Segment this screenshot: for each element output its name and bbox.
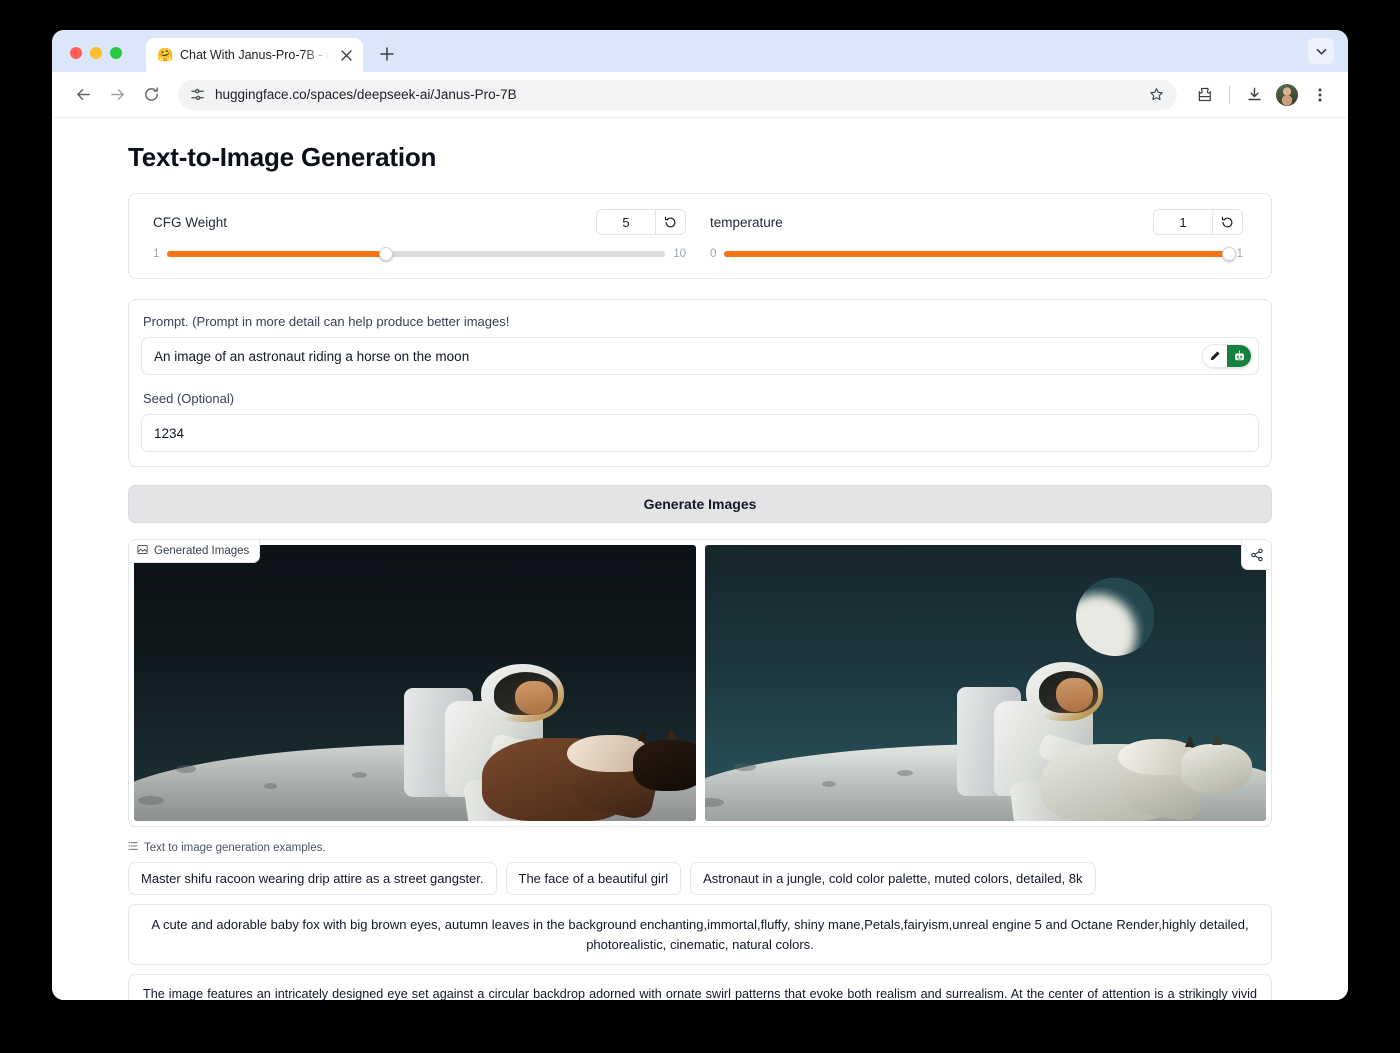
- example-chips-row: Master shifu racoon wearing drip attire …: [128, 862, 1272, 895]
- temperature-control: temperature 1 0: [698, 208, 1255, 260]
- forward-button[interactable]: [102, 80, 132, 110]
- temperature-slider[interactable]: 0 1: [710, 248, 1243, 260]
- browser-menu-icon[interactable]: [1306, 81, 1334, 109]
- page-title: Text-to-Image Generation: [128, 142, 1272, 173]
- browser-tab[interactable]: 🤗 Chat With Janus-Pro-7B - a H: [146, 38, 363, 72]
- cfg-weight-value[interactable]: 5: [597, 210, 655, 234]
- new-tab-button[interactable]: [375, 42, 399, 66]
- writing-assistant-widget[interactable]: [1203, 345, 1251, 367]
- cfg-weight-label: CFG Weight: [153, 215, 227, 230]
- sliders-row: CFG Weight 5 1: [129, 194, 1271, 278]
- example-chip-4[interactable]: A cute and adorable baby fox with big br…: [128, 904, 1272, 965]
- seed-value: 1234: [154, 426, 184, 441]
- prompt-label: Prompt. (Prompt in more detail can help …: [143, 314, 1259, 329]
- toolbar-divider: [1229, 86, 1230, 104]
- generated-image-1[interactable]: [134, 545, 696, 821]
- url-text: huggingface.co/spaces/deepseek-ai/Janus-…: [215, 87, 1133, 102]
- examples-heading-label: Text to image generation examples.: [144, 842, 326, 854]
- temperature-fill: [724, 251, 1228, 257]
- parameters-panel: CFG Weight 5 1: [128, 193, 1272, 279]
- gallery-badge: Generated Images: [129, 540, 260, 563]
- cfg-weight-thumb[interactable]: [379, 247, 393, 261]
- image-2-horse: [1041, 744, 1266, 821]
- page-content: Text-to-Image Generation CFG Weight 5: [52, 142, 1348, 1000]
- example-block-row-2: The image features an intricately design…: [128, 974, 1272, 1000]
- example-chip-5[interactable]: The image features an intricately design…: [128, 974, 1272, 1000]
- cfg-weight-slider[interactable]: 1 10: [153, 248, 686, 260]
- generated-images-gallery: Generated Images: [128, 539, 1272, 827]
- cfg-weight-control: CFG Weight 5 1: [141, 208, 698, 260]
- seed-input[interactable]: 1234: [141, 414, 1259, 452]
- cfg-weight-header: CFG Weight 5: [153, 208, 686, 236]
- pen-icon[interactable]: [1203, 345, 1227, 367]
- tab-title: Chat With Janus-Pro-7B - a H: [180, 48, 330, 62]
- page-viewport: Text-to-Image Generation CFG Weight 5: [52, 118, 1348, 1000]
- back-button[interactable]: [68, 80, 98, 110]
- reload-button[interactable]: [136, 80, 166, 110]
- browser-toolbar: huggingface.co/spaces/deepseek-ai/Janus-…: [52, 72, 1348, 118]
- example-chip-1[interactable]: Master shifu racoon wearing drip attire …: [128, 862, 497, 895]
- extensions-icon[interactable]: [1191, 81, 1219, 109]
- close-window-button[interactable]: [70, 47, 82, 59]
- gallery-badge-label: Generated Images: [154, 545, 249, 557]
- share-icon[interactable]: [1241, 540, 1271, 570]
- window-traffic-lights: [70, 47, 122, 59]
- list-icon: [128, 841, 138, 854]
- address-bar[interactable]: huggingface.co/spaces/deepseek-ai/Janus-…: [178, 80, 1177, 110]
- hugging-face-favicon-icon: 🤗: [157, 47, 173, 63]
- example-chip-2[interactable]: The face of a beautiful girl: [506, 862, 682, 895]
- image-icon: [137, 544, 148, 558]
- temperature-label: temperature: [710, 215, 783, 230]
- tab-search-button[interactable]: [1308, 38, 1334, 64]
- site-settings-icon[interactable]: [190, 87, 205, 102]
- robot-icon[interactable]: [1227, 345, 1251, 367]
- cfg-weight-reset-icon[interactable]: [655, 210, 685, 234]
- temperature-thumb[interactable]: [1222, 247, 1236, 261]
- examples-heading: Text to image generation examples.: [128, 841, 1272, 854]
- cfg-weight-number-box[interactable]: 5: [596, 209, 686, 235]
- example-block-row-1: A cute and adorable baby fox with big br…: [128, 904, 1272, 965]
- cfg-weight-min: 1: [153, 248, 159, 260]
- temperature-value[interactable]: 1: [1154, 210, 1212, 234]
- temperature-number-box[interactable]: 1: [1153, 209, 1243, 235]
- example-chip-3[interactable]: Astronaut in a jungle, cold color palett…: [690, 862, 1095, 895]
- temperature-reset-icon[interactable]: [1212, 210, 1242, 234]
- seed-label: Seed (Optional): [143, 391, 1259, 406]
- tab-strip: 🤗 Chat With Janus-Pro-7B - a H: [52, 30, 1348, 72]
- prompt-value: An image of an astronaut riding a horse …: [154, 349, 469, 364]
- temperature-min: 0: [710, 248, 716, 260]
- cfg-weight-max: 10: [673, 248, 686, 260]
- temperature-header: temperature 1: [710, 208, 1243, 236]
- generate-images-button[interactable]: Generate Images: [128, 485, 1272, 523]
- cfg-weight-fill: [167, 251, 386, 257]
- maximize-window-button[interactable]: [110, 47, 122, 59]
- minimize-window-button[interactable]: [90, 47, 102, 59]
- bookmark-star-icon[interactable]: [1143, 82, 1169, 108]
- downloads-icon[interactable]: [1240, 81, 1268, 109]
- temperature-max: 1: [1237, 248, 1243, 260]
- image-1-horse: [482, 738, 695, 821]
- cfg-weight-track[interactable]: [167, 251, 665, 257]
- close-tab-icon[interactable]: [337, 46, 355, 64]
- prompt-input[interactable]: An image of an astronaut riding a horse …: [141, 337, 1259, 375]
- temperature-track[interactable]: [724, 251, 1228, 257]
- generated-image-2[interactable]: [705, 545, 1267, 821]
- browser-window: 🤗 Chat With Janus-Pro-7B - a H: [52, 30, 1348, 1000]
- profile-avatar[interactable]: [1276, 84, 1298, 106]
- prompt-panel: Prompt. (Prompt in more detail can help …: [128, 299, 1272, 467]
